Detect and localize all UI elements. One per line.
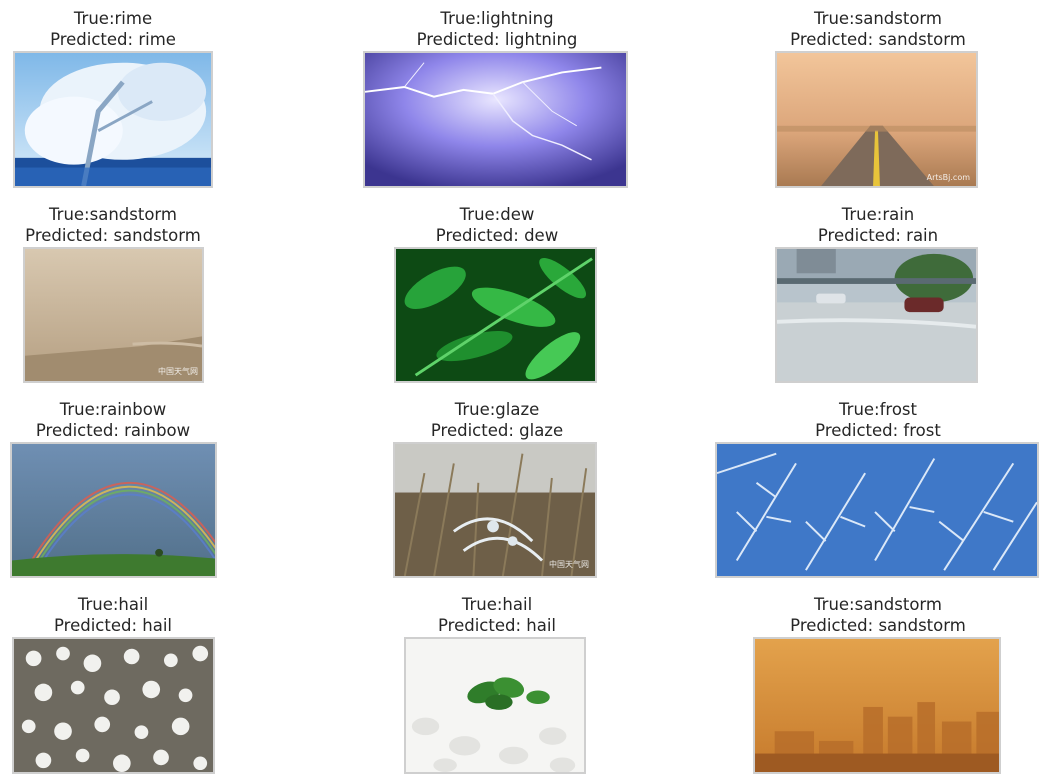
true-label: True:sandstorm — [814, 9, 942, 28]
panel-caption: True:dew Predicted: dew — [436, 204, 558, 246]
true-label: True:hail — [77, 595, 149, 614]
predicted-label: Predicted: rain — [817, 226, 939, 245]
predicted-label: Predicted: lightning — [416, 30, 578, 49]
true-label: True:frost — [839, 400, 917, 419]
true-label: True:rainbow — [59, 400, 167, 419]
sandstorm-road-photo: ArtsBj.com — [775, 51, 978, 188]
sandstorm-city-photo — [753, 637, 1001, 774]
panel-caption: True:frost Predicted: frost — [815, 399, 941, 441]
lightning-photo — [363, 51, 628, 188]
rain-flood-photo — [775, 247, 978, 383]
true-label: True:hail — [461, 595, 533, 614]
predicted-label: Predicted: glaze — [430, 421, 564, 440]
predicted-label: Predicted: hail — [54, 616, 172, 635]
frost-photo — [715, 442, 1039, 578]
predicted-label: Predicted: sandstorm — [790, 616, 966, 635]
true-label: True:dew — [459, 205, 535, 224]
watermark-text: 中国天气网 — [549, 560, 589, 569]
dew-photo — [394, 247, 597, 383]
watermark-text: 中国天气网 — [158, 367, 198, 376]
panel-caption: True:sandstorm Predicted: sandstorm — [790, 594, 966, 636]
panel-caption: True:sandstorm Predicted: sandstorm — [790, 8, 966, 50]
panel-caption: True:hail Predicted: hail — [438, 594, 556, 636]
panel-caption: True:rime Predicted: rime — [50, 8, 176, 50]
glaze-photo: 中国天气网 — [393, 442, 597, 578]
predicted-label: Predicted: rainbow — [35, 421, 191, 440]
true-label: True:sandstorm — [814, 595, 942, 614]
prediction-grid: True:rime Predicted: rime True:lightning… — [0, 0, 1048, 783]
sandstorm-haze-photo: 中国天气网 — [23, 247, 204, 383]
predicted-label: Predicted: sandstorm — [25, 226, 201, 245]
rainbow-photo — [10, 442, 217, 578]
true-label: True:lightning — [440, 9, 554, 28]
true-label: True:glaze — [454, 400, 540, 419]
predicted-label: Predicted: rime — [50, 30, 176, 49]
rime-photo — [13, 51, 213, 188]
predicted-label: Predicted: frost — [815, 421, 941, 440]
true-label: True:sandstorm — [49, 205, 177, 224]
predicted-label: Predicted: dew — [435, 226, 559, 245]
watermark-text: ArtsBj.com — [926, 173, 970, 182]
true-label: True:rime — [73, 9, 153, 28]
hail-plant-photo — [404, 637, 586, 774]
predicted-label: Predicted: hail — [438, 616, 556, 635]
predicted-label: Predicted: sandstorm — [790, 30, 966, 49]
hail-ground-photo — [12, 637, 215, 774]
panel-caption: True:sandstorm Predicted: sandstorm — [25, 204, 201, 246]
true-label: True:rain — [841, 205, 915, 224]
panel-caption: True:glaze Predicted: glaze — [431, 399, 563, 441]
panel-caption: True:lightning Predicted: lightning — [417, 8, 578, 50]
panel-caption: True:rain Predicted: rain — [818, 204, 938, 246]
panel-caption: True:hail Predicted: hail — [54, 594, 172, 636]
panel-caption: True:rainbow Predicted: rainbow — [36, 399, 190, 441]
